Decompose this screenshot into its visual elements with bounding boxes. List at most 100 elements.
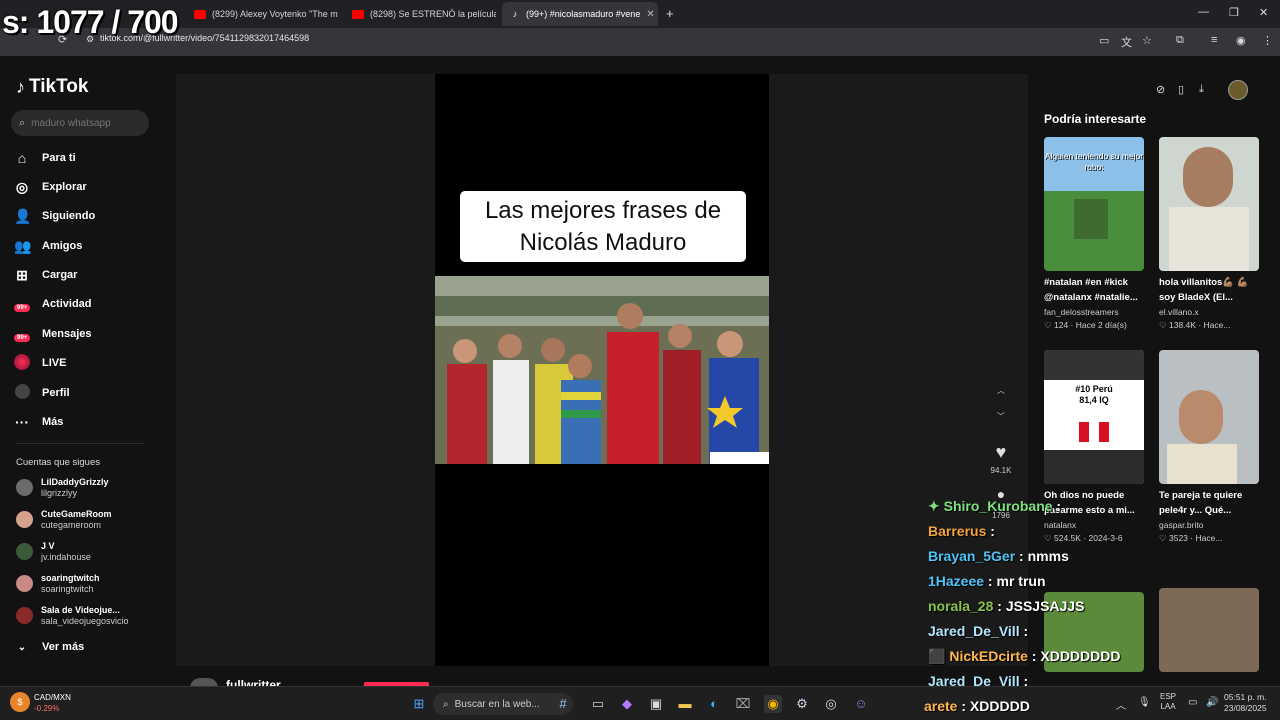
like-heart-icon[interactable]: ♥ xyxy=(988,442,1014,463)
video-likes: 524.5K xyxy=(1054,533,1081,543)
volume-icon[interactable]: 🔊 xyxy=(1206,697,1218,708)
video-author: gaspar.brito xyxy=(1159,520,1204,530)
video-caption: hola villanitos💪🏽 💪🏽 soy BladeX (El... xyxy=(1159,277,1249,303)
settings-icon[interactable]: ⊘ xyxy=(1156,83,1165,96)
phone-icon[interactable]: ▯ xyxy=(1178,83,1184,96)
browser-tab[interactable]: (8298) Se ESTRENÓ la película ✕ xyxy=(344,2,496,26)
nav-item-mas[interactable]: ··· Más xyxy=(14,412,63,432)
browser-tab[interactable]: (8299) Alexey Voytenko "The m ✕ xyxy=(186,2,338,26)
video-thumbnail[interactable] xyxy=(1159,588,1259,672)
stock-widget-icon[interactable]: $ xyxy=(10,692,30,712)
avatar xyxy=(16,607,33,624)
language-indicator[interactable]: ESP LAA xyxy=(1160,692,1176,712)
nav-item-actividad[interactable]: 99+ Actividad xyxy=(14,294,92,314)
suggested-video-card[interactable]: Alguien teniendo su mejor robo: #natalan… xyxy=(1044,137,1144,331)
minimize-icon[interactable]: — xyxy=(1198,6,1209,18)
download-icon[interactable]: ⤓ xyxy=(1199,83,1204,96)
search-box[interactable]: ⌕ xyxy=(11,110,149,136)
nav-item-siguiendo[interactable]: 👤 Siguiendo xyxy=(14,206,95,226)
bookmark-star-icon[interactable]: ☆ xyxy=(1142,34,1152,47)
video-caption: #natalan #en #kick @natalanx #natalie... xyxy=(1044,277,1138,303)
nav-item-explorar[interactable]: ◎ Explorar xyxy=(14,177,87,197)
video-date: Hace... xyxy=(1203,320,1231,330)
see-more-button[interactable]: ⌄ Ver más xyxy=(14,637,84,657)
nav-label: Amigos xyxy=(42,240,83,252)
terminal-icon[interactable]: ⌧ xyxy=(734,695,752,713)
maximize-icon[interactable]: ❐ xyxy=(1229,6,1239,19)
nav-item-perfil[interactable]: Perfil xyxy=(14,383,70,403)
followed-account[interactable]: J Vjv.indahouse xyxy=(16,541,91,562)
store-icon[interactable]: ▣ xyxy=(647,695,665,713)
previous-video-icon[interactable]: ︿ xyxy=(988,385,1014,396)
nav-item-amigos[interactable]: 👥 Amigos xyxy=(14,236,82,256)
video-author: natalanx xyxy=(1044,520,1077,530)
system-clock[interactable]: 05:51 p. m. 23/08/2025 xyxy=(1224,692,1267,714)
reading-list-icon[interactable]: ≡ xyxy=(1211,34,1217,46)
install-app-icon[interactable]: ▭ xyxy=(1099,34,1109,47)
tab-title: (8298) Se ESTRENÓ la película xyxy=(370,9,496,19)
suggested-video-card[interactable]: hola villanitos💪🏽 💪🏽 soy BladeX (El... e… xyxy=(1159,137,1259,331)
next-video-icon[interactable]: ﹀ xyxy=(988,411,1014,422)
chat-username: Barrerus xyxy=(928,523,987,539)
menu-dots-icon[interactable]: ⋮ xyxy=(1262,34,1273,47)
friends-icon: 👥 xyxy=(14,237,32,254)
following-icon: 👤 xyxy=(14,207,32,224)
taskbar-search[interactable]: ⌕ Buscar en la web... xyxy=(433,693,573,715)
file-explorer-icon[interactable]: ▬ xyxy=(676,695,694,713)
microphone-icon[interactable]: 🎙 xyxy=(1138,697,1151,708)
clock-date: 23/08/2025 xyxy=(1224,703,1267,713)
close-tab-icon[interactable]: ✕ xyxy=(646,9,654,20)
nav-item-mensajes[interactable]: 99+ Mensajes xyxy=(14,324,92,344)
compass-icon: ◎ xyxy=(15,178,29,195)
extensions-icon[interactable]: ⧉ xyxy=(1176,34,1184,47)
video-thumbnail: Alguien teniendo su mejor robo: xyxy=(1044,137,1144,271)
followed-account[interactable]: CuteGameRoom cutegameroom xyxy=(16,509,112,530)
close-window-icon[interactable]: ✕ xyxy=(1259,6,1268,19)
video-caption: Te pareja te quiere pele4r y... Qué... xyxy=(1159,490,1243,516)
taskbar xyxy=(0,686,1280,720)
video-title-card: Las mejores frases de Nicolás Maduro xyxy=(460,191,746,262)
account-name: J V xyxy=(41,541,55,551)
copilot-icon[interactable]: ◆ xyxy=(618,695,636,713)
avatar xyxy=(16,575,33,592)
followed-account[interactable]: Sala de Videojue... sala_videojuegosvicio xyxy=(16,605,129,626)
video-date: Hace 2 día(s) xyxy=(1075,320,1127,330)
video-meta: ♡ 138.4K · Hace... xyxy=(1159,320,1231,330)
browser-tab-active[interactable]: ♪ (99+) #nicolasmaduro #vene ✕ xyxy=(502,2,658,26)
suggested-video-card[interactable]: Te pareja te quiere pele4r y... Qué... g… xyxy=(1159,350,1259,544)
heart-outline-icon: ♡ xyxy=(1159,533,1167,543)
network-icon[interactable]: ▭ xyxy=(1188,697,1197,708)
chat-text: JSSJSAJJS xyxy=(1005,598,1085,614)
nav-item-live[interactable]: LIVE xyxy=(14,353,66,373)
chat-text: XDDDDDDD xyxy=(1040,648,1121,664)
video-likes: 3523 xyxy=(1169,533,1188,543)
tray-chevron-icon[interactable]: ︿ xyxy=(1116,697,1126,712)
windows-start-icon[interactable]: ⊞ xyxy=(410,695,428,713)
obs-icon[interactable]: ◎ xyxy=(822,695,840,713)
stock-ticker[interactable]: CAD/MXN -0.29% xyxy=(34,692,71,714)
user-avatar[interactable] xyxy=(1228,80,1248,100)
edge-icon[interactable]: ◐ xyxy=(705,695,723,713)
copilot-hashtag-icon[interactable]: # xyxy=(554,695,572,713)
tiktok-logo[interactable]: ♪ TikTok xyxy=(16,76,88,98)
translate-icon[interactable]: 文 xyxy=(1121,34,1132,50)
task-view-icon[interactable]: ▭ xyxy=(589,695,607,713)
thumbnail-text: Alguien teniendo su mejor robo: xyxy=(1044,151,1144,172)
followed-account[interactable]: LilDaddyGrizzly lilgrizzlyy xyxy=(16,477,109,498)
video-date: Hace... xyxy=(1195,533,1223,543)
nav-item-cargar[interactable]: ⊞ Cargar xyxy=(14,265,77,285)
account-handle: cutegameroom xyxy=(41,520,102,530)
chat-username: arete xyxy=(924,698,958,714)
new-tab-icon[interactable]: + xyxy=(666,6,674,21)
video-frame-image xyxy=(435,276,769,464)
lang-layout: LAA xyxy=(1160,702,1176,711)
search-input[interactable] xyxy=(31,117,132,129)
discord-icon[interactable]: ☺ xyxy=(852,695,870,713)
followed-account[interactable]: soaringtwitch soaringtwitch xyxy=(16,573,100,594)
profile-avatar-icon[interactable]: ◉ xyxy=(1236,34,1246,47)
nav-item-para-ti[interactable]: ⌂ Para ti xyxy=(14,148,76,168)
steam-icon[interactable]: ⚙ xyxy=(793,695,811,713)
chat-username: 1Hazeee xyxy=(928,573,985,589)
chrome-icon[interactable]: ◉ xyxy=(764,695,782,713)
video-title-line: Las mejores frases de xyxy=(484,197,722,224)
